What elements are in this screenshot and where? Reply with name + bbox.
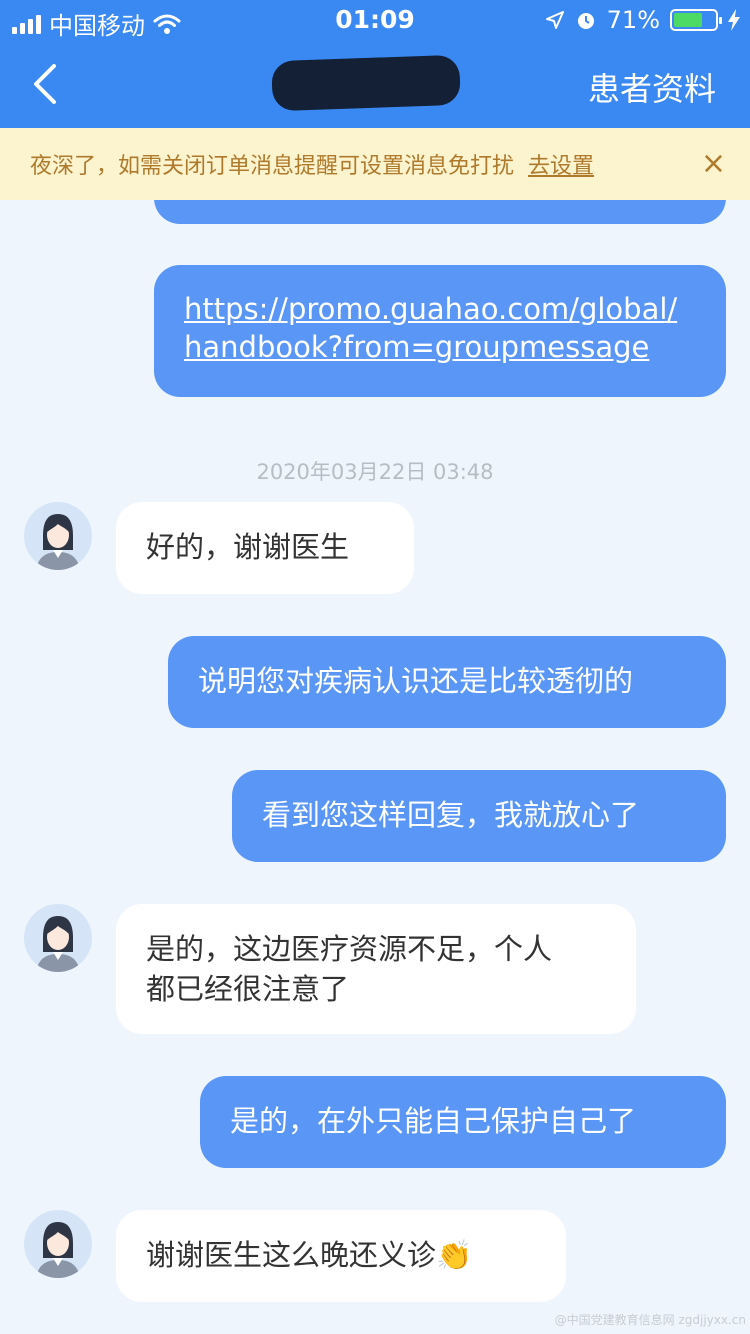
clapping-hands-emoji: 👏: [436, 1238, 473, 1272]
charging-bolt-icon: [728, 9, 740, 31]
status-right: 71%: [545, 6, 740, 34]
watermark: @中国党建教育信息网 zgdjjyxx.cn: [554, 1313, 746, 1327]
location-arrow-icon: [545, 11, 564, 29]
status-bar: 中国移动 01:09 71%: [0, 0, 750, 40]
doctor-avatar-icon: [36, 916, 80, 972]
chevron-left-icon: [34, 64, 56, 104]
alarm-icon: [577, 13, 594, 29]
close-icon[interactable]: ×: [701, 146, 726, 181]
redacted-title: [271, 54, 461, 112]
avatar[interactable]: [24, 502, 92, 570]
message-line-2: 都已经很注意了: [146, 972, 350, 1006]
doctor-avatar-icon: [36, 514, 80, 570]
chat-area[interactable]: https://promo.guahao.com/global/ handboo…: [0, 200, 750, 1334]
link-line-2[interactable]: handbook?from=groupmessage: [184, 330, 649, 364]
message-bubble-sent: 看到您这样回复，我就放心了: [232, 770, 726, 862]
message-bubble-received: 好的，谢谢医生: [116, 502, 414, 594]
avatar[interactable]: [24, 904, 92, 972]
message-line-1: 是的，这边医疗资源不足，个人: [146, 932, 553, 966]
notice-settings-link[interactable]: 去设置: [528, 148, 594, 180]
message-bubble-received: 是的，这边医疗资源不足，个人 都已经很注意了: [116, 904, 636, 1034]
avatar[interactable]: [24, 1210, 92, 1278]
timestamp: 2020年03月22日 03:48: [256, 460, 494, 484]
message-bubble-sent: 说明您对疾病认识还是比较透彻的: [168, 636, 726, 728]
battery-icon: [670, 9, 722, 31]
doctor-avatar-icon: [36, 1222, 80, 1278]
battery-percent: 71%: [606, 6, 660, 34]
message-bubble-sent: 是的，在外只能自己保护自己了: [200, 1076, 726, 1168]
link-line-1[interactable]: https://promo.guahao.com/global/: [184, 292, 677, 326]
message-text: 谢谢医生这么晚还义诊: [146, 1238, 437, 1272]
patient-info-button[interactable]: 患者资料: [588, 64, 716, 110]
notice-text: 夜深了，如需关闭订单消息提醒可设置消息免打扰: [30, 154, 515, 179]
message-bubble-received: 谢谢医生这么晚还义诊👏: [116, 1210, 566, 1302]
battery-level: [674, 13, 703, 27]
back-button[interactable]: [26, 60, 66, 108]
nav-bar: 患者资料: [0, 40, 750, 128]
message-bubble-link: https://promo.guahao.com/global/ handboo…: [154, 265, 726, 397]
message-bubble-partial: [154, 200, 726, 224]
notice-banner: 夜深了，如需关闭订单消息提醒可设置消息免打扰 去设置 ×: [0, 128, 750, 200]
